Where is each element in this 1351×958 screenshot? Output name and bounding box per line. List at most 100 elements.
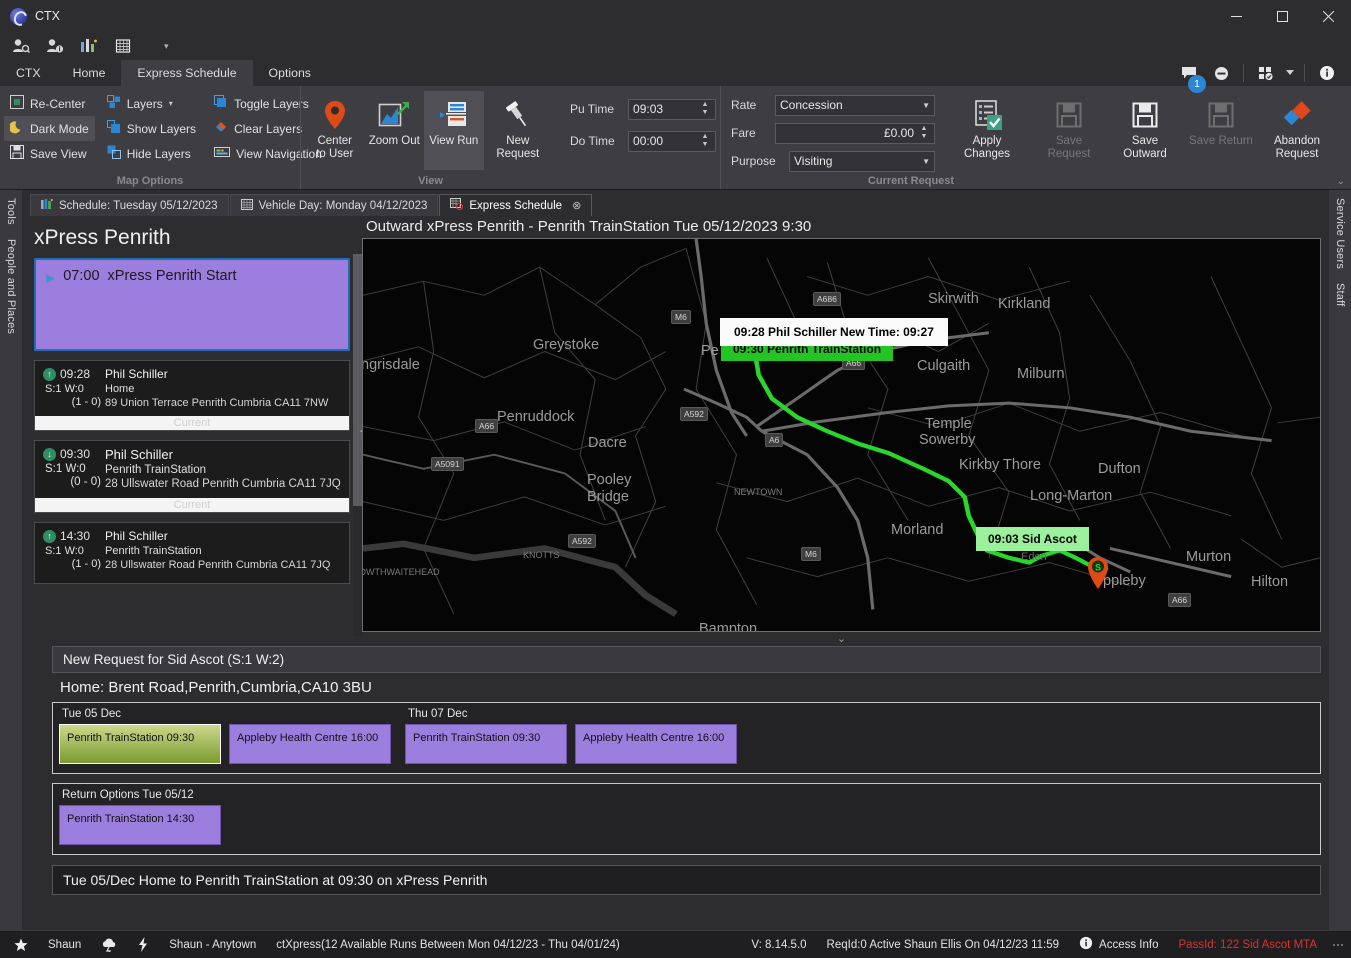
zoom-out-button[interactable]: Zoom Out (365, 91, 425, 170)
save-view-button[interactable]: Save View (4, 141, 95, 166)
ribbon-collapse-button[interactable]: ⌄ (1337, 176, 1345, 187)
fare-field[interactable]: £0.00 ▲ ▼ (775, 122, 935, 144)
express-schedule-icon (450, 198, 464, 213)
show-layers-button[interactable]: Show Layers (101, 116, 202, 141)
view-navigation-icon (214, 146, 231, 161)
resize-grip-icon[interactable] (1333, 943, 1343, 946)
modules-icon[interactable] (1252, 61, 1280, 85)
ribbon-group-current-request: Rate Concession ▼ Fare £0.00 ▲ ▼ Purpose… (720, 86, 1351, 189)
save-outward-button[interactable]: Save Outward (1107, 91, 1183, 170)
quick-access-overflow-caret[interactable]: ▾ (164, 41, 169, 52)
pu-time-field[interactable]: 09:03 ▲ ▼ (628, 98, 717, 120)
hide-layers-button[interactable]: Hide Layers (101, 141, 202, 166)
job-seats: S:1 W:0 (45, 545, 84, 558)
abandon-request-button[interactable]: Abandon Request (1259, 91, 1335, 170)
info-icon[interactable] (1313, 61, 1341, 85)
apply-changes-label: Apply Changes (963, 135, 1011, 161)
fare-row: Fare £0.00 ▲ ▼ (731, 121, 935, 145)
road-badge: A66 (1168, 593, 1192, 607)
day-option-chips: Penrith TrainStation 09:30 Appleby Healt… (405, 724, 751, 764)
option-chip[interactable]: Appleby Health Centre 16:00 (575, 724, 737, 764)
maximize-button[interactable] (1259, 0, 1305, 32)
chevron-down-icon[interactable] (1284, 61, 1296, 85)
run-job-card[interactable]: ↑ 09:28 S:1 W:0 (1 - 0) Phil Schiller Ho… (34, 360, 350, 432)
doc-tab-schedule[interactable]: Schedule: Tuesday 05/12/2023 (30, 194, 229, 216)
doc-tab-express-schedule[interactable]: Express Schedule ⊗ (439, 194, 593, 216)
side-tab-staff[interactable]: Staff (1334, 283, 1346, 306)
rate-row: Rate Concession ▼ (731, 93, 935, 117)
minimize-button[interactable] (1213, 0, 1259, 32)
favorite-star-icon[interactable] (8, 938, 38, 952)
chart-icon[interactable] (78, 36, 100, 56)
user-info-icon[interactable] (44, 36, 66, 56)
grid-icon[interactable] (112, 36, 134, 56)
do-time-spinner[interactable]: ▲ ▼ (699, 133, 711, 149)
job-time-row: ↓ 09:30 (43, 447, 105, 461)
save-return-label: Save Return (1189, 135, 1253, 147)
option-chip[interactable]: Appleby Health Centre 16:00 (229, 724, 391, 764)
option-chip[interactable]: Penrith TrainStation 14:30 (59, 805, 221, 845)
side-tab-tools[interactable]: Tools (5, 198, 17, 225)
day-label: Tue 05 Dec (62, 708, 122, 720)
option-chip[interactable]: Penrith TrainStation 09:30 (405, 724, 567, 764)
rate-label: Rate (731, 98, 757, 112)
side-tab-people-and-places[interactable]: People and Places (5, 239, 17, 334)
job-address: 89 Union Terrace Penrith Cumbria CA11 7N… (105, 397, 329, 409)
dark-mode-button[interactable]: Dark Mode (4, 116, 95, 141)
save-request-label: Save Request (1047, 135, 1091, 161)
doc-tab-vehicle-day-label: Vehicle Day: Monday 04/12/2023 (258, 199, 428, 212)
purpose-combo[interactable]: Visiting ▼ (789, 150, 935, 172)
new-request-button[interactable]: New Request (484, 91, 552, 170)
side-tab-service-users[interactable]: Service Users (1334, 198, 1346, 269)
purpose-chevron-down-icon[interactable]: ▼ (922, 157, 930, 166)
map-collapse-icon[interactable]: ⌄ (362, 632, 1321, 646)
fare-spinner[interactable]: ▲ ▼ (918, 125, 930, 141)
apply-changes-button[interactable]: Apply Changes (949, 91, 1025, 170)
do-time-label: Do Time (570, 134, 615, 148)
content-area: Schedule: Tuesday 05/12/2023 Vehicle Day… (22, 190, 1329, 930)
scrollbar-thumb[interactable] (353, 254, 362, 506)
add-user-icon[interactable] (10, 36, 32, 56)
alert-bolt-icon[interactable] (127, 937, 159, 952)
run-job-card[interactable]: ↓ 09:30 S:1 W:0 (0 - 0) Phil Schiller Pe… (34, 440, 350, 514)
pu-time-spinner[interactable]: ▲ ▼ (699, 101, 711, 117)
map-stop-label[interactable]: 09:03 Sid Ascot (976, 527, 1089, 551)
run-list-scrollbar[interactable] (353, 254, 362, 636)
menu-tab-home[interactable]: Home (57, 60, 122, 86)
map-pin-marker[interactable]: S (1086, 556, 1110, 589)
do-not-disturb-icon[interactable] (1207, 61, 1235, 85)
message-icon[interactable]: 1 (1175, 61, 1206, 93)
do-time-field[interactable]: 00:00 ▲ ▼ (628, 130, 717, 152)
menu-tab-options[interactable]: Options (253, 60, 327, 86)
menu-tab-ctx[interactable]: CTX (0, 60, 57, 86)
layers-button[interactable]: Layers ▾ (101, 91, 202, 116)
rate-chevron-down-icon[interactable]: ▼ (922, 101, 930, 110)
run-start-card[interactable]: ▶ 07:00 xPress Penrith Start (34, 258, 350, 351)
access-info-item[interactable]: Access Info (1069, 936, 1168, 953)
option-chip-selected[interactable]: Penrith TrainStation 09:30 (59, 724, 221, 764)
pu-time-row: Pu Time 09:03 ▲ ▼ (570, 97, 717, 121)
doc-tab-vehicle-day[interactable]: Vehicle Day: Monday 04/12/2023 (229, 194, 439, 216)
ribbon-toolbar: Re-Center Dark Mode Save View Layers ▾ S… (0, 86, 1351, 190)
map-canvas[interactable]: Greystoke ngrisdale Penruddock Dacre Poo… (362, 238, 1321, 632)
run-job-card[interactable]: ↑ 14:30 S:1 W:0 (1 - 0) Phil Schiller Pe… (34, 522, 350, 584)
purpose-value: Visiting (794, 154, 833, 168)
doc-tab-close-icon[interactable]: ⊗ (572, 199, 581, 212)
menu-separator (1243, 64, 1244, 82)
menu-tab-express-schedule[interactable]: Express Schedule (121, 60, 253, 86)
job-right: Phil Schiller Penrith TrainStation 28 Ul… (105, 529, 341, 572)
job-counts: (1 - 0) (71, 558, 101, 571)
run-start-time: 07:00 (63, 268, 100, 284)
layers-dropdown-caret[interactable]: ▾ (169, 99, 173, 108)
rate-combo[interactable]: Concession ▼ (775, 94, 935, 116)
center-to-user-button[interactable]: Center to User (305, 91, 365, 170)
weather-icon[interactable] (91, 938, 127, 952)
road-badge: A5091 (431, 457, 464, 471)
view-run-button[interactable]: View Run (424, 91, 484, 170)
re-center-button[interactable]: Re-Center (4, 91, 95, 116)
map-panel: Outward xPress Penrith - Penrith TrainSt… (362, 216, 1329, 646)
ribbon-group-view: Center to User Zoom Out View Run New Req… (300, 86, 720, 189)
close-button[interactable] (1305, 0, 1351, 32)
map-options-body: Re-Center Dark Mode Save View Layers ▾ S… (4, 86, 322, 173)
job-place: Penrith TrainStation (105, 464, 207, 477)
